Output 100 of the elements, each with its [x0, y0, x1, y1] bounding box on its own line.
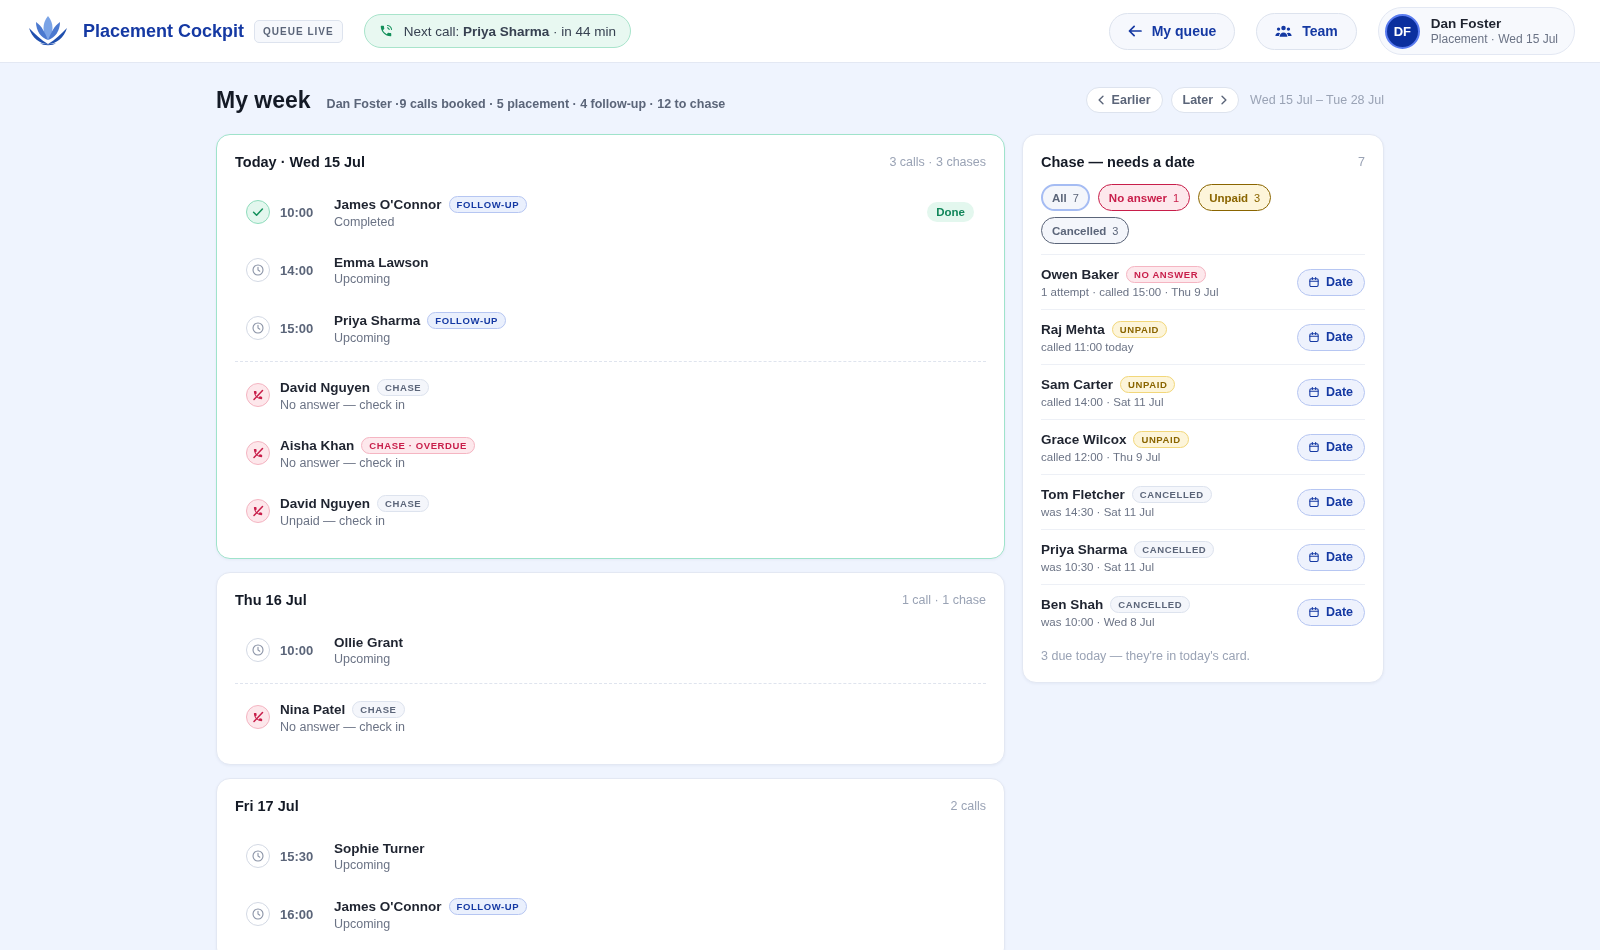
day-title: Thu 16 Jul — [235, 592, 307, 608]
contact-name: David Nguyen — [280, 495, 371, 511]
filter-chip[interactable]: All 7 — [1041, 184, 1090, 211]
contact-name: James O'Connor — [334, 196, 442, 212]
chase-tag: CHASE · OVERDUE — [361, 436, 475, 454]
phone-slash-icon — [246, 499, 270, 523]
filter-chip[interactable]: No answer 1 — [1097, 184, 1191, 211]
call-status: Upcoming — [334, 857, 391, 872]
contact-name: Raj Mehta — [1041, 322, 1105, 337]
chevron-right-icon — [1221, 95, 1228, 105]
date-button[interactable]: Date — [1296, 488, 1365, 516]
call-status: Upcoming — [334, 330, 391, 345]
chase-note: No answer — check in — [280, 397, 406, 412]
arrow-left-icon — [1127, 25, 1142, 37]
contact-name: Ben Shah — [1041, 597, 1104, 612]
contact-name: Aisha Khan — [280, 437, 355, 453]
user-name: Dan Foster — [1430, 16, 1503, 31]
chase-reason-tag: CANCELLED — [1110, 596, 1191, 613]
contact-name: Ollie Grant — [334, 634, 404, 650]
date-button[interactable]: Date — [1296, 378, 1365, 406]
call-type-tag: FOLLOW-UP — [448, 897, 528, 915]
day-summary: 1 call · 1 chase — [901, 593, 986, 607]
call-time: 15:00 — [280, 320, 315, 336]
day-title: Today · Wed 15 Jul — [235, 154, 365, 170]
call-status: Completed — [334, 214, 395, 229]
panel-title: Chase — needs a date — [1041, 154, 1195, 170]
chase-reason-tag: CANCELLED — [1131, 486, 1212, 503]
calendar-icon — [1308, 607, 1319, 617]
call-time: 10:00 — [280, 204, 315, 220]
contact-name: Grace Wilcox — [1041, 432, 1127, 447]
chase-reason-tag: UNPAID — [1111, 321, 1168, 338]
chase-tag: CHASE — [377, 494, 430, 512]
contact-name: Nina Patel — [280, 701, 346, 717]
filter-chip[interactable]: Unpaid 3 — [1198, 184, 1272, 211]
call-time: 14:00 — [280, 262, 315, 278]
phone-slash-icon — [246, 383, 270, 407]
people-icon — [1275, 25, 1293, 37]
call-type-tag: FOLLOW-UP — [448, 195, 528, 213]
calendar-icon — [1308, 387, 1319, 397]
call-status: Upcoming — [334, 651, 391, 666]
call-time: 16:00 — [280, 906, 315, 922]
filter-chip[interactable]: Cancelled 3 — [1041, 217, 1130, 244]
chase-note: Unpaid — check in — [280, 513, 385, 528]
chase-reason-tag: CANCELLED — [1134, 541, 1215, 558]
chase-tag: CHASE — [377, 378, 430, 396]
call-time: 10:00 — [280, 642, 315, 658]
calendar-icon — [1308, 442, 1319, 452]
chase-detail: was 10:00 · Wed 8 Jul — [1041, 616, 1155, 628]
contact-name: James O'Connor — [334, 898, 442, 914]
contact-name: Sophie Turner — [334, 840, 425, 856]
contact-name: Priya Sharma — [334, 312, 421, 328]
contact-name: Emma Lawson — [334, 254, 429, 270]
panel-count: 7 — [1358, 155, 1365, 169]
back-button[interactable]: My queue — [1108, 12, 1236, 50]
chase-note: No answer — check in — [280, 719, 406, 734]
date-button[interactable]: Date — [1296, 543, 1365, 571]
team-button[interactable]: Team — [1256, 12, 1357, 50]
chase-reason-tag: NO ANSWER — [1126, 266, 1207, 283]
call-status: Upcoming — [334, 271, 391, 286]
date-range: Wed 15 Jul – Tue 28 Jul — [1250, 93, 1384, 107]
user-role: Placement · Wed 15 Jul — [1430, 32, 1558, 46]
contact-name: Priya Sharma — [1041, 542, 1128, 557]
page-title: My week — [216, 86, 311, 114]
call-time: 15:30 — [280, 848, 315, 864]
chase-detail: was 14:30 · Sat 11 Jul — [1041, 506, 1154, 518]
chevron-left-icon — [1097, 95, 1104, 105]
date-button[interactable]: Date — [1296, 598, 1365, 626]
next-call-banner[interactable]: Next call: Priya Sharma · in 44 min — [363, 14, 631, 48]
next-call-text: Next call: Priya Sharma · in 44 min — [403, 23, 616, 39]
chase-detail: called 14:00 · Sat 11 Jul — [1041, 396, 1164, 408]
chase-detail: called 11:00 today — [1041, 341, 1134, 353]
date-button[interactable]: Date — [1296, 433, 1365, 461]
chase-note: No answer — check in — [280, 455, 406, 470]
call-type-tag: FOLLOW-UP — [427, 311, 507, 329]
phone-slash-icon — [246, 705, 270, 729]
panel-footnote: 3 due today — they're in today's card. — [1041, 649, 1252, 664]
chase-detail: was 10:30 · Sat 11 Jul — [1041, 561, 1154, 573]
call-status: Upcoming — [334, 916, 391, 931]
calendar-icon — [1308, 497, 1319, 507]
user-avatar: DF — [1384, 13, 1420, 49]
date-button[interactable]: Date — [1296, 323, 1365, 351]
chase-tag: CHASE — [352, 700, 405, 718]
chase-detail: called 12:00 · Thu 9 Jul — [1041, 451, 1161, 463]
week-summary: Dan Foster ·9 calls booked · 5 placement · 4 follow-up · 12 to chase — [326, 96, 726, 111]
contact-name: David Nguyen — [280, 379, 371, 395]
status-badge: Done — [927, 202, 974, 222]
date-button[interactable]: Date — [1296, 268, 1365, 296]
contact-name: Tom Fletcher — [1041, 487, 1125, 502]
contact-name: Owen Baker — [1041, 267, 1120, 282]
day-summary: 3 calls · 3 chases — [889, 155, 986, 169]
later-button[interactable]: Later — [1170, 87, 1240, 113]
status-badge: QUEUE LIVE — [254, 19, 343, 43]
user-chip[interactable]: DF Dan Foster Placement · Wed 15 Jul — [1377, 7, 1575, 55]
earlier-button[interactable]: Earlier — [1085, 87, 1163, 113]
phone-icon — [378, 24, 393, 38]
calendar-icon — [1308, 277, 1319, 287]
day-title: Fri 17 Jul — [235, 798, 299, 814]
chase-detail: 1 attempt · called 15:00 · Thu 9 Jul — [1041, 286, 1219, 298]
calendar-icon — [1308, 332, 1319, 342]
contact-name: Sam Carter — [1041, 377, 1114, 392]
